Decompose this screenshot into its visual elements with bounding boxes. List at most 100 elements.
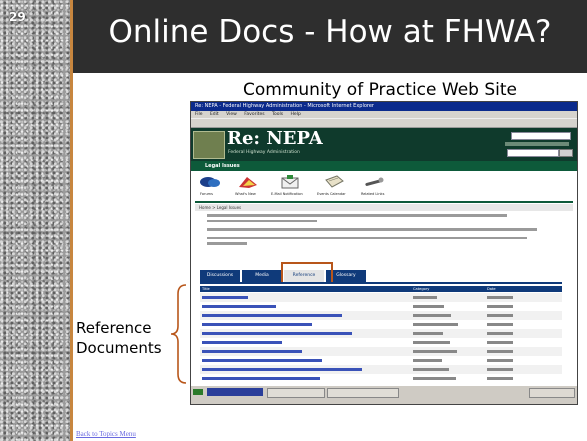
forum-icon[interactable] xyxy=(199,175,221,189)
feature-icons: Forums What's New E-Mail Notification Ev… xyxy=(191,171,577,201)
menu-view[interactable]: View xyxy=(226,112,237,117)
column-category[interactable]: Category xyxy=(413,286,429,292)
intro-text-line xyxy=(207,236,527,239)
category-cell xyxy=(413,359,442,362)
intro-text-line xyxy=(207,214,507,217)
browser-menu: File Edit View Favorites Tools Help xyxy=(191,111,577,118)
site-subtitle: Federal Highway Administration xyxy=(228,150,300,155)
taskbar-item[interactable] xyxy=(327,388,399,398)
tab-underline xyxy=(200,282,562,284)
table-row[interactable] xyxy=(200,302,562,311)
site-search-field[interactable] xyxy=(507,149,559,157)
slide-title: Online Docs - How at FHWA? xyxy=(108,14,552,50)
start-button[interactable] xyxy=(193,389,203,395)
divider xyxy=(195,201,573,203)
table-row[interactable] xyxy=(200,356,562,365)
document-link[interactable] xyxy=(202,314,342,317)
icon-caption-forums: Forums xyxy=(200,192,213,196)
slide-subtitle: Community of Practice Web Site xyxy=(243,80,517,100)
table-row[interactable] xyxy=(200,374,562,383)
label-line-2: Documents xyxy=(76,339,162,357)
site-name: Re: NEPA xyxy=(227,128,323,149)
table-row[interactable] xyxy=(200,347,562,356)
column-title[interactable]: Title xyxy=(202,286,210,292)
menu-edit[interactable]: Edit xyxy=(210,112,219,117)
title-bar: Online Docs - How at FHWA? xyxy=(73,0,587,73)
site-logo xyxy=(193,131,225,159)
table-row[interactable] xyxy=(200,311,562,320)
curly-brace xyxy=(170,284,187,384)
document-link[interactable] xyxy=(202,368,362,371)
table-row[interactable] xyxy=(200,365,562,374)
category-cell xyxy=(413,296,437,299)
document-link[interactable] xyxy=(202,323,312,326)
document-link[interactable] xyxy=(202,359,322,362)
windows-taskbar xyxy=(191,385,577,404)
system-tray xyxy=(529,388,575,398)
tab-discussions[interactable]: Discussions xyxy=(200,270,240,282)
table-header: Title Category Date xyxy=(200,286,562,292)
table-row[interactable] xyxy=(200,338,562,347)
document-link[interactable] xyxy=(202,377,320,380)
icon-caption-email: E-Mail Notification xyxy=(271,192,303,196)
links-icon[interactable] xyxy=(363,175,385,189)
intro-text-line xyxy=(207,228,537,231)
menu-help[interactable]: Help xyxy=(291,112,301,117)
document-link[interactable] xyxy=(202,350,302,353)
mail-icon[interactable] xyxy=(279,175,301,189)
tab-media[interactable]: Media xyxy=(242,270,282,282)
category-cell xyxy=(413,377,456,380)
table-row[interactable] xyxy=(200,320,562,329)
date-cell xyxy=(487,377,513,380)
category-cell xyxy=(413,314,451,317)
category-cell xyxy=(413,305,444,308)
date-cell xyxy=(487,305,513,308)
document-link[interactable] xyxy=(202,332,352,335)
site-search-button[interactable] xyxy=(559,149,573,157)
slide-number: 29 xyxy=(9,10,26,24)
table-row[interactable] xyxy=(200,329,562,338)
date-cell xyxy=(487,368,513,371)
menu-tools[interactable]: Tools xyxy=(272,112,283,117)
browser-toolbar xyxy=(191,118,577,128)
reference-tab-highlight xyxy=(281,262,333,284)
section-bar: Legal Issues xyxy=(191,161,577,171)
date-cell xyxy=(487,314,513,317)
menu-file[interactable]: File xyxy=(195,112,203,117)
site-header-link[interactable] xyxy=(505,142,569,146)
date-cell xyxy=(487,332,513,335)
calendar-icon[interactable] xyxy=(323,175,345,189)
document-link[interactable] xyxy=(202,341,282,344)
taskbar-item[interactable] xyxy=(207,388,263,396)
intro-text-line xyxy=(207,242,247,245)
news-icon[interactable] xyxy=(237,175,259,189)
reference-documents-label: Reference Documents xyxy=(76,318,162,358)
granite-sidebar xyxy=(0,0,70,441)
document-link[interactable] xyxy=(202,296,248,299)
column-date[interactable]: Date xyxy=(487,286,496,292)
date-cell xyxy=(487,359,513,362)
tab-strip: Discussions Media Reference Glossary xyxy=(200,268,562,282)
icon-caption-whats-new: What's New xyxy=(235,192,256,196)
date-cell xyxy=(487,350,513,353)
date-cell xyxy=(487,296,513,299)
taskbar-item[interactable] xyxy=(267,388,325,398)
icon-caption-links: Related Links xyxy=(361,192,385,196)
breadcrumb[interactable]: Home > Legal Issues xyxy=(195,204,573,211)
menu-favorites[interactable]: Favorites xyxy=(244,112,264,117)
site-search-input[interactable] xyxy=(511,132,571,140)
table-row[interactable] xyxy=(200,293,562,302)
browser-screenshot: Re: NEPA - Federal Highway Administratio… xyxy=(190,101,578,405)
date-cell xyxy=(487,341,513,344)
document-link[interactable] xyxy=(202,305,276,308)
back-to-topics-link[interactable]: Back to Topics Menu xyxy=(76,430,136,438)
category-cell xyxy=(413,323,458,326)
category-cell xyxy=(413,350,457,353)
site-header: Re: NEPA Federal Highway Administration xyxy=(191,128,577,161)
date-cell xyxy=(487,323,513,326)
label-line-1: Reference xyxy=(76,319,152,337)
window-title: Re: NEPA - Federal Highway Administratio… xyxy=(191,102,577,111)
category-cell xyxy=(413,332,443,335)
intro-text-line xyxy=(207,219,317,222)
icon-caption-events: Events Calendar xyxy=(317,192,346,196)
